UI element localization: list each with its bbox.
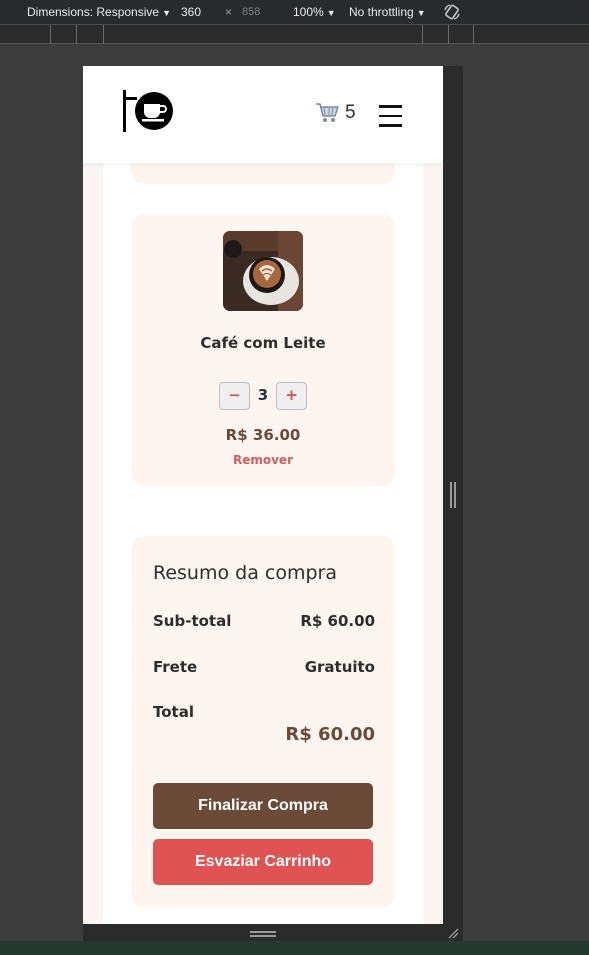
item-price: R$ 36.00 — [225, 426, 301, 444]
throttling-dropdown[interactable]: No throttling ▼ — [349, 5, 426, 19]
quantity-stepper: − 3 + — [219, 382, 307, 410]
devtools-device-toolbar: Dimensions: Responsive ▼ 360 × 858 100% ▼ … — [0, 0, 589, 25]
bottom-panel-strip — [0, 941, 589, 955]
rotate-icon[interactable] — [443, 3, 461, 21]
shipping-label: Frete — [153, 658, 198, 676]
summary-title: Resumo da compra — [153, 562, 337, 584]
resize-handle-bottom[interactable] — [250, 931, 276, 937]
caret-down-icon: ▼ — [326, 8, 336, 18]
increase-quantity-button[interactable]: + — [276, 382, 307, 410]
caret-down-icon: ▼ — [162, 8, 171, 18]
order-summary-card: Resumo da compra Sub-total R$ 60.00 Fret… — [131, 536, 395, 908]
media-query-ruler — [0, 25, 589, 44]
shopping-cart-icon[interactable] — [315, 102, 339, 124]
remove-item-link[interactable]: Remover — [131, 453, 395, 467]
total-label: Total — [153, 703, 194, 721]
total-value: R$ 60.00 — [285, 724, 375, 745]
dimensions-label: Dimensions: Responsive — [27, 5, 160, 19]
subtotal-value: R$ 60.00 — [300, 612, 375, 630]
width-input[interactable]: 360 — [181, 5, 201, 19]
height-input[interactable]: 858 — [242, 6, 260, 18]
item-image — [223, 231, 303, 311]
finish-purchase-button[interactable]: Finalizar Compra — [153, 783, 373, 829]
empty-cart-button[interactable]: Esvaziar Carrinho — [153, 839, 373, 885]
hamburger-menu-icon[interactable] — [379, 105, 403, 127]
coffee-sign-icon[interactable] — [121, 88, 176, 134]
item-name: Café com Leite — [200, 334, 326, 352]
throttling-label: No throttling — [349, 5, 414, 19]
resize-handle-right[interactable] — [450, 482, 456, 508]
shipping-value: Gratuito — [304, 658, 375, 676]
resize-corner-icon[interactable] — [447, 927, 459, 939]
device-viewport: 5 Café com Leite − 3 + R$ 36.00 Remover … — [83, 66, 443, 924]
coffee-latte-image — [223, 231, 303, 311]
quantity-value: 3 — [257, 386, 269, 404]
dimension-separator: × — [225, 5, 233, 19]
cart-item-card: Café com Leite − 3 + R$ 36.00 Remover — [131, 214, 395, 486]
subtotal-label: Sub-total — [153, 612, 232, 630]
cart-count: 5 — [345, 102, 356, 123]
caret-down-icon: ▼ — [416, 8, 426, 18]
site-header: 5 — [83, 66, 443, 163]
zoom-dropdown[interactable]: 100% ▼ — [293, 5, 336, 19]
zoom-label: 100% — [293, 5, 324, 19]
decrease-quantity-button[interactable]: − — [219, 382, 250, 410]
dimensions-dropdown[interactable]: Dimensions: Responsive ▼ — [27, 5, 171, 19]
